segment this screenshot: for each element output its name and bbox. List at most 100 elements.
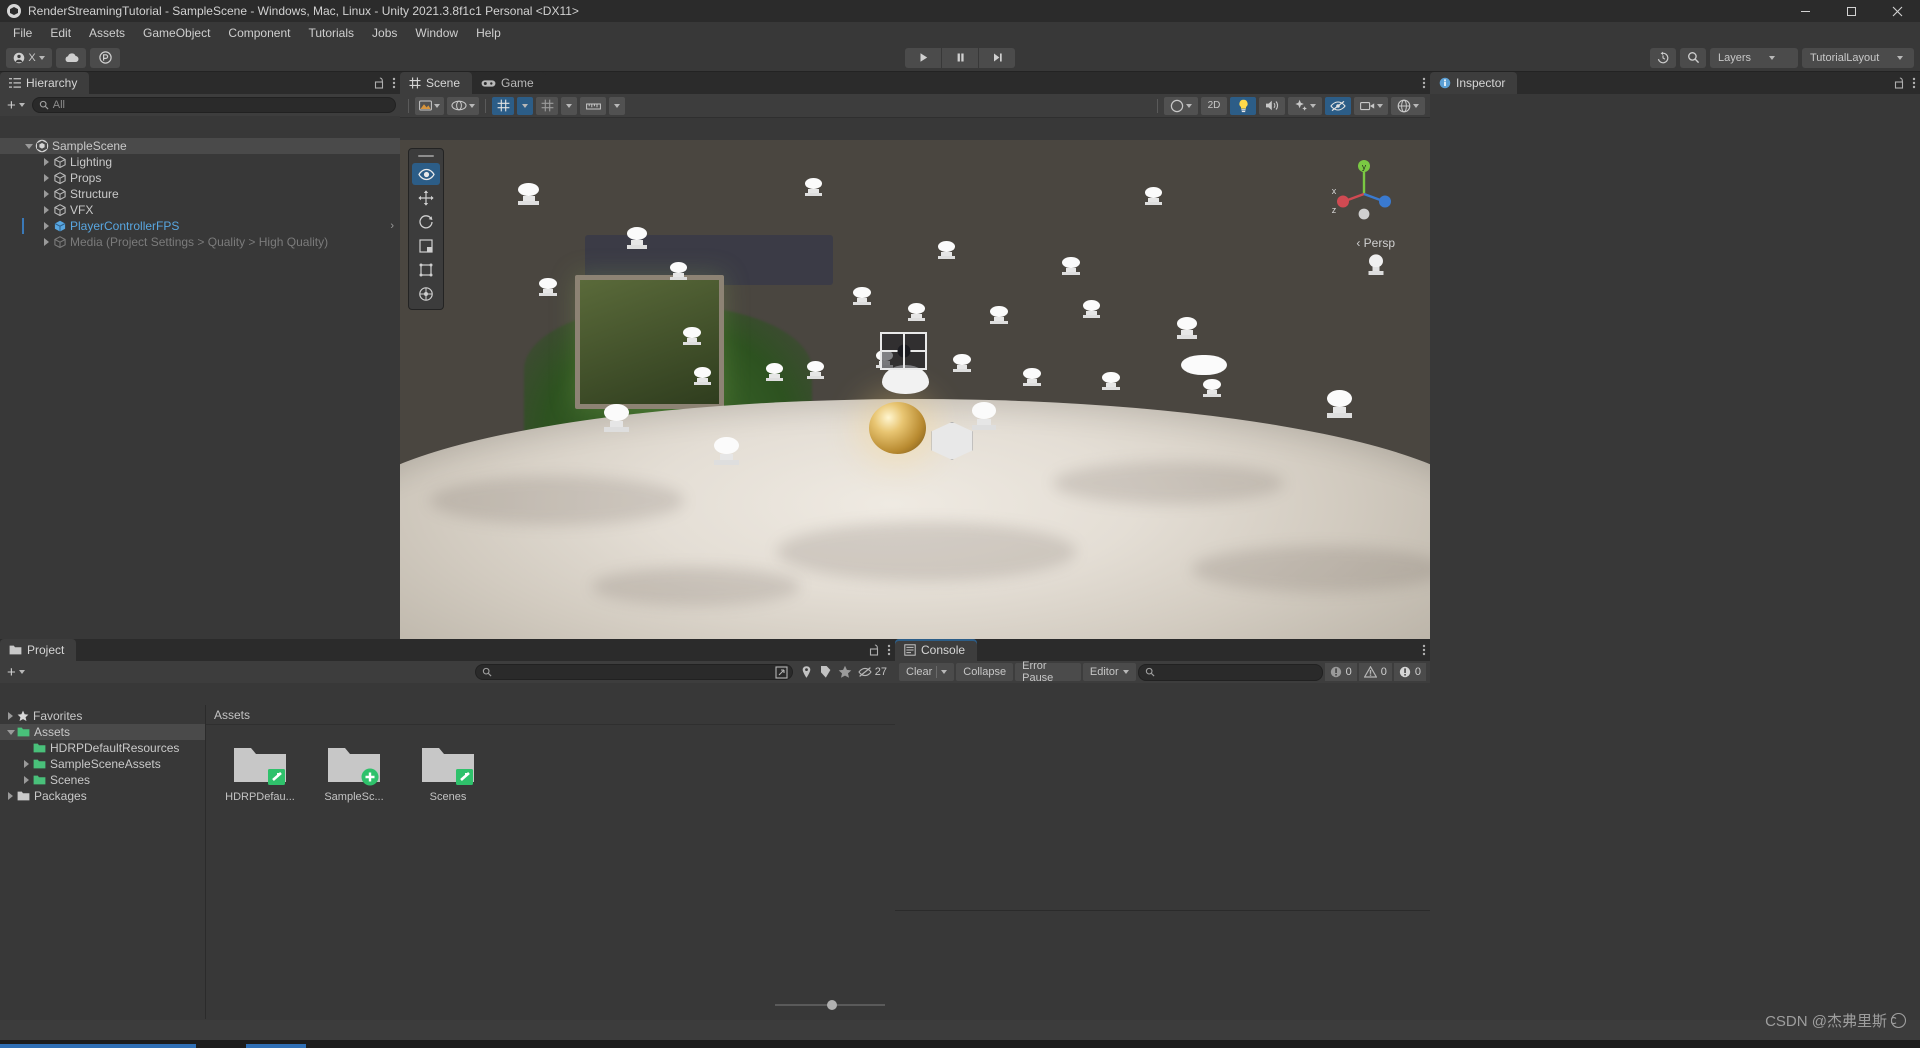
light-gizmo[interactable]: [1144, 186, 1163, 205]
lock-open-icon[interactable]: [869, 644, 880, 656]
cloud-button[interactable]: [56, 47, 86, 68]
light-gizmo[interactable]: [539, 278, 557, 297]
light-gizmo[interactable]: [1203, 378, 1221, 397]
light-gizmo[interactable]: [683, 327, 701, 346]
hierarchy-tree[interactable]: SampleScene Lighting Props Structure VFX…: [0, 138, 400, 639]
console-search-input[interactable]: [1137, 663, 1323, 681]
tab-scene[interactable]: Scene: [400, 72, 473, 94]
lock-open-icon[interactable]: [1894, 77, 1905, 89]
menu-edit[interactable]: Edit: [41, 24, 80, 42]
foldout-toggle[interactable]: [4, 792, 17, 800]
tab-game[interactable]: Game: [472, 72, 546, 94]
transform-tool-button[interactable]: [412, 283, 440, 305]
light-gizmo[interactable]: [1102, 372, 1120, 391]
shading-mode-button[interactable]: [1164, 96, 1198, 115]
grid-options-dropdown[interactable]: [517, 96, 533, 115]
light-gizmo[interactable]: [953, 353, 971, 372]
light-gizmo[interactable]: [603, 404, 629, 433]
save-search-icon[interactable]: [775, 665, 788, 679]
menu-component[interactable]: Component: [219, 24, 299, 42]
snap-increment-dropdown[interactable]: [609, 96, 625, 115]
foldout-toggle[interactable]: [40, 206, 53, 214]
overlay-drag-handle[interactable]: [418, 155, 434, 157]
gizmos-shading-dropdown[interactable]: [447, 96, 479, 115]
menu-help[interactable]: Help: [467, 24, 510, 42]
slider-knob[interactable]: [827, 1000, 837, 1010]
light-gizmo[interactable]: [518, 182, 540, 205]
lock-open-icon[interactable]: [374, 77, 385, 89]
tab-inspector[interactable]: Inspector: [1430, 72, 1518, 94]
kebab-menu-icon[interactable]: [887, 643, 891, 657]
hierarchy-row-vfx[interactable]: VFX: [0, 202, 400, 218]
asset-item[interactable]: SampleSc...: [318, 743, 390, 803]
light-gizmo[interactable]: [907, 302, 926, 321]
menu-window[interactable]: Window: [406, 24, 467, 42]
filter-by-label-icon[interactable]: [819, 665, 832, 679]
project-tree-scenes[interactable]: Scenes: [0, 772, 205, 788]
gizmos-toggle[interactable]: [1391, 96, 1425, 115]
menu-file[interactable]: File: [4, 24, 41, 42]
scene-projection-label[interactable]: ‹ Persp: [1356, 236, 1395, 250]
hidden-packages-button[interactable]: 27: [858, 666, 887, 678]
hidden-objects-toggle[interactable]: [1325, 96, 1351, 115]
project-add-button[interactable]: +: [4, 665, 28, 680]
light-gizmo[interactable]: [853, 286, 871, 305]
scene-orientation-gizmo[interactable]: y x z: [1328, 154, 1400, 226]
light-gizmo-cluster[interactable]: [1180, 354, 1228, 380]
editor-dropdown[interactable]: Editor: [1082, 663, 1136, 681]
scene-audio-toggle[interactable]: [1259, 96, 1285, 115]
project-tree-hdrpdefaultresources[interactable]: HDRPDefaultResources: [0, 740, 205, 756]
selection-gizmo[interactable]: [879, 332, 928, 371]
console-message-list[interactable]: [895, 705, 1430, 1019]
foldout-toggle[interactable]: [20, 760, 33, 768]
hierarchy-row-lighting[interactable]: Lighting: [0, 154, 400, 170]
menu-jobs[interactable]: Jobs: [363, 24, 406, 42]
scene-fx-dropdown[interactable]: [1288, 96, 1322, 115]
hierarchy-row-props[interactable]: Props: [0, 170, 400, 186]
snap-options-dropdown[interactable]: [561, 96, 577, 115]
snap-increment-button[interactable]: [580, 96, 606, 115]
project-content[interactable]: Assets HDRPDefau... SampleSc... Scenes: [206, 705, 895, 1019]
hierarchy-add-button[interactable]: +: [4, 98, 28, 113]
hierarchy-row-samplescene[interactable]: SampleScene: [0, 138, 400, 154]
project-search-input[interactable]: [474, 664, 793, 680]
light-gizmo[interactable]: [1082, 299, 1101, 318]
light-gizmo[interactable]: [806, 360, 825, 379]
menu-tutorials[interactable]: Tutorials: [299, 24, 363, 42]
star-icon[interactable]: [838, 665, 852, 679]
project-tree-assets[interactable]: Assets: [0, 724, 205, 740]
scene-viewport[interactable]: y x z ‹ Persp: [400, 140, 1430, 639]
maximize-button[interactable]: [1828, 0, 1874, 22]
undo-history-button[interactable]: [1650, 47, 1676, 68]
move-tool-button[interactable]: [412, 187, 440, 209]
prefab-open-arrow-icon[interactable]: ›: [390, 220, 394, 232]
error-count-toggle[interactable]: 0: [1393, 663, 1426, 681]
hierarchy-row-media[interactable]: Media (Project Settings > Quality > High…: [0, 234, 400, 250]
minimize-button[interactable]: [1782, 0, 1828, 22]
project-tree-favorites[interactable]: Favorites: [0, 708, 205, 724]
rotate-tool-button[interactable]: [412, 211, 440, 233]
kebab-menu-icon[interactable]: [1422, 76, 1426, 90]
scene-camera-dropdown[interactable]: [1354, 96, 1388, 115]
light-gizmo[interactable]: [669, 262, 688, 281]
clear-button[interactable]: Clear: [899, 663, 955, 681]
snap-toggle[interactable]: [536, 96, 558, 115]
step-button[interactable]: [979, 47, 1015, 68]
foldout-toggle[interactable]: [4, 712, 17, 720]
layout-dropdown[interactable]: TutorialLayout: [1802, 47, 1914, 68]
rect-tool-button[interactable]: [412, 259, 440, 281]
pause-button[interactable]: [942, 47, 978, 68]
scale-tool-button[interactable]: [412, 235, 440, 257]
light-gizmo[interactable]: [693, 367, 712, 386]
light-gizmo[interactable]: [990, 305, 1008, 324]
light-gizmo[interactable]: [1023, 368, 1041, 387]
asset-zoom-slider[interactable]: [775, 999, 885, 1011]
light-gizmo[interactable]: [804, 177, 823, 196]
foldout-toggle[interactable]: [40, 174, 53, 182]
asset-item[interactable]: Scenes: [412, 743, 484, 803]
tab-console[interactable]: Console: [895, 639, 978, 661]
kebab-menu-icon[interactable]: [392, 76, 396, 90]
kebab-menu-icon[interactable]: [1422, 643, 1426, 657]
tab-project[interactable]: Project: [0, 639, 77, 661]
collapse-toggle[interactable]: Collapse: [956, 663, 1014, 681]
